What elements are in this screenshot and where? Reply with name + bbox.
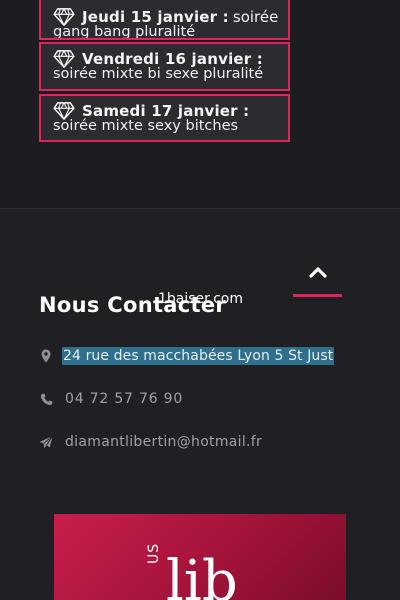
event-desc-inline: soirée	[232, 8, 279, 26]
contact-email: diamantlibertin@hotmail.fr	[39, 434, 262, 450]
promo-side-text: US	[146, 542, 162, 564]
phone-number[interactable]: 04 72 57 76 90	[65, 391, 183, 407]
watermark: 1baiser.com	[158, 291, 243, 307]
promo-banner[interactable]: US lib	[54, 514, 346, 600]
phone-icon	[39, 392, 53, 406]
events-section: Jeudi 15 janvier : soirée gang bang plur…	[0, 0, 400, 209]
paper-plane-icon	[39, 435, 53, 449]
event-description: soirée mixte bi sexe pluralité	[53, 66, 264, 82]
event-card[interactable]: Vendredi 16 janvier : soirée mixte bi se…	[39, 42, 290, 91]
page: Jeudi 15 janvier : soirée gang bang plur…	[0, 0, 400, 600]
promo-logo-text: lib	[166, 549, 238, 600]
contact-section: Nous Contacter 1baiser.com 24 rue des ma…	[0, 209, 400, 600]
email-address[interactable]: diamantlibertin@hotmail.fr	[65, 434, 262, 450]
map-marker-icon	[39, 349, 53, 363]
contact-phone: 04 72 57 76 90	[39, 391, 183, 407]
event-description: gang bang pluralité	[53, 24, 196, 40]
scroll-to-top-button[interactable]	[293, 259, 342, 297]
chevron-up-icon	[308, 267, 327, 278]
event-card[interactable]: Samedi 17 janvier : soirée mixte sexy bi…	[39, 94, 290, 142]
event-card[interactable]: Jeudi 15 janvier : soirée gang bang plur…	[39, 0, 290, 40]
address-text[interactable]: 24 rue des macchabées Lyon 5 St Just	[62, 347, 335, 365]
contact-address: 24 rue des macchabées Lyon 5 St Just	[39, 347, 335, 365]
event-description: soirée mixte sexy bitches	[53, 118, 239, 134]
